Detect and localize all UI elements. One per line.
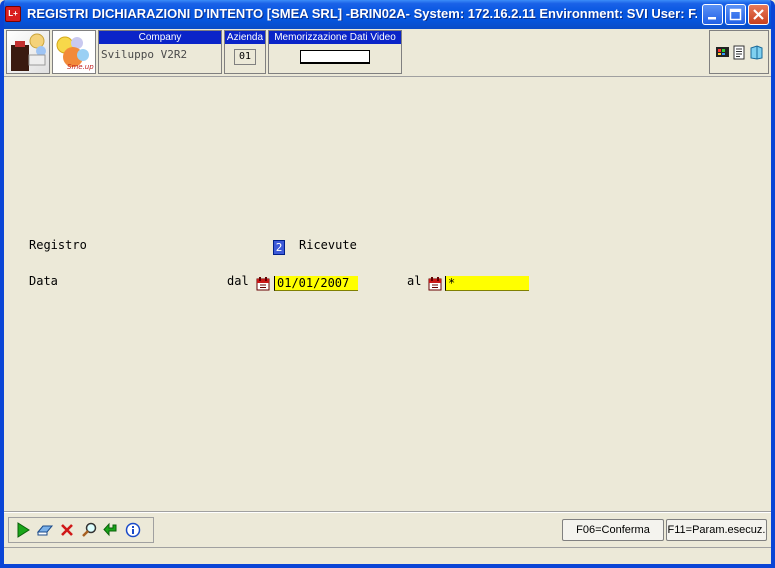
user-logo-icon (11, 33, 46, 71)
status-bar (4, 547, 771, 564)
f11-params-button[interactable]: F11=Param.esecuz. (666, 519, 767, 541)
app-window: L+ REGISTRI DICHIARAZIONI D'INTENTO [SME… (0, 0, 775, 568)
data-label: Data (29, 274, 58, 288)
company-label: Company (99, 31, 221, 44)
palette-icon[interactable] (715, 45, 730, 60)
company-field: Company Sviluppo V2R2 (98, 30, 222, 74)
back-arrow-icon[interactable] (101, 520, 120, 540)
svg-text:Sme.up: Sme.up (67, 63, 94, 71)
azienda-value[interactable]: 01 (234, 49, 256, 65)
f06-confirm-button[interactable]: F06=Conferma (562, 519, 664, 541)
minimize-icon (708, 17, 716, 20)
registro-desc: Ricevute (299, 238, 357, 252)
company-value: Sviluppo V2R2 (101, 48, 188, 61)
maximize-button[interactable] (725, 4, 746, 25)
app-icon[interactable]: L+ (5, 6, 21, 22)
smeup-logo[interactable]: Sme.up (52, 30, 96, 74)
memo-input[interactable] (300, 50, 370, 64)
info-icon[interactable] (123, 520, 142, 540)
title-bar[interactable]: L+ REGISTRI DICHIARAZIONI D'INTENTO [SME… (4, 0, 771, 29)
run-icon[interactable] (13, 520, 32, 540)
document-icon[interactable] (732, 45, 747, 60)
azienda-label: Azienda (225, 31, 265, 44)
close-icon (753, 9, 764, 20)
al-label: al (407, 274, 422, 288)
azienda-field: Azienda 01 (224, 30, 266, 74)
smeup-logo-icon: Sme.up (56, 36, 94, 71)
al-date-input[interactable]: * (445, 276, 529, 291)
minimize-button[interactable] (702, 4, 723, 25)
eraser-icon[interactable] (35, 520, 54, 540)
search-icon[interactable] (79, 520, 98, 540)
window-title: REGISTRI DICHIARAZIONI D'INTENTO [SMEA S… (27, 6, 697, 21)
user-logo[interactable] (6, 30, 50, 74)
dal-date-input[interactable]: 01/01/2007 (274, 276, 358, 291)
memo-field: Memorizzazione Dati Video (268, 30, 402, 74)
close-button[interactable] (748, 4, 769, 25)
dal-label: dal (227, 274, 249, 288)
bottom-toolbar: F06=Conferma F11=Param.esecuz. (4, 512, 771, 546)
memo-label: Memorizzazione Dati Video (269, 31, 401, 44)
cancel-icon[interactable] (57, 520, 76, 540)
registro-code[interactable]: 2 (273, 240, 285, 255)
al-calendar-icon[interactable] (428, 276, 442, 291)
header-tools (709, 30, 769, 74)
header-strip: Sme.up Company Sviluppo V2R2 Azienda 01 … (4, 29, 771, 77)
tool-group (8, 517, 154, 543)
dal-calendar-icon[interactable] (256, 276, 270, 291)
book-icon[interactable] (749, 44, 764, 60)
registro-label: Registro (29, 238, 87, 252)
maximize-icon (729, 8, 742, 21)
